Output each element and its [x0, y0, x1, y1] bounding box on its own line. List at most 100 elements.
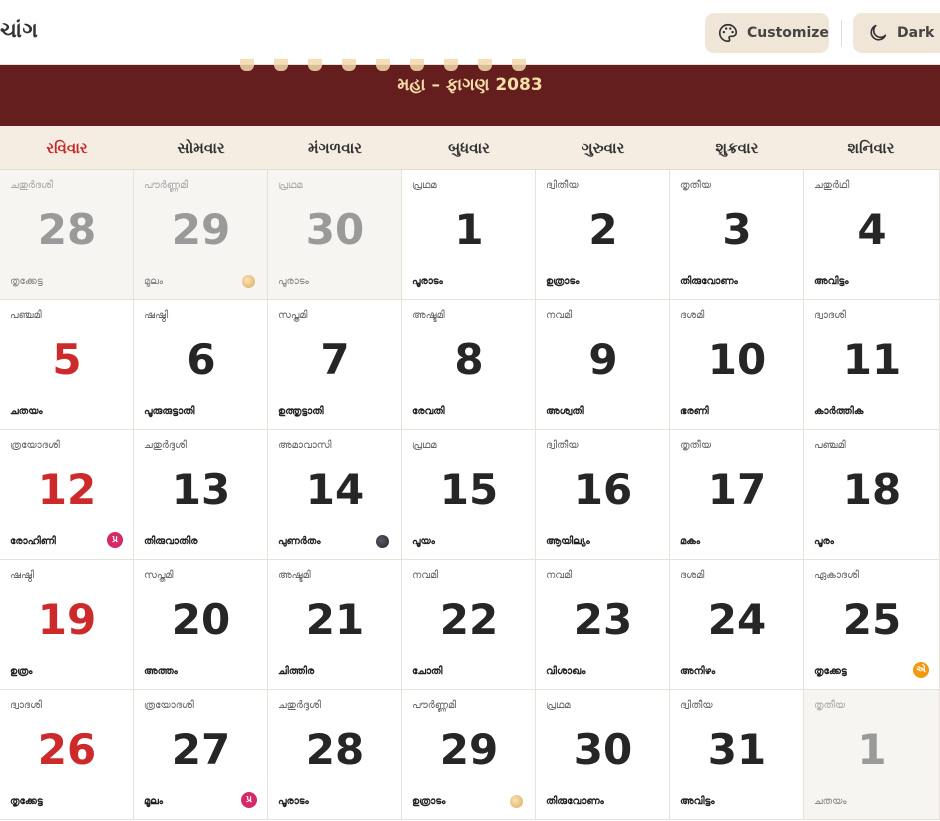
calendar-day-cell[interactable]: നവമി 22 ചോതി: [402, 560, 536, 690]
nakshatra-label: തൃക്കേട്ട: [10, 796, 43, 807]
day-number: 23: [573, 595, 633, 644]
calendar-day-cell[interactable]: ദ്വിതീയ 2 ഉത്രാടം: [536, 170, 670, 300]
day-number: 3: [722, 205, 752, 254]
nakshatra-label: ചോതി: [412, 666, 443, 677]
tithi-label: പൗർണ്ണമി: [412, 700, 457, 711]
calendar-day-cell[interactable]: ഏകാദശി 25 തൃക്കേട്ട એ: [804, 560, 940, 690]
calendar-day-cell[interactable]: ദശമി 24 അനിഴം: [670, 560, 804, 690]
day-number: 28: [37, 205, 97, 254]
day-number: 17: [707, 465, 767, 514]
day-number: 1: [857, 725, 887, 774]
tithi-label: തൃതീയ: [680, 180, 712, 191]
weekday-monday: સોમવાર: [177, 139, 225, 157]
day-number: 11: [842, 335, 902, 384]
calendar-day-cell[interactable]: തൃതീയ 17 മകം: [670, 430, 804, 560]
tithi-label: സപ്തമി: [278, 310, 308, 321]
nakshatra-label: അവിട്ടം: [814, 276, 849, 287]
tithi-label: നവമി: [412, 570, 439, 581]
tithi-label: പൗർണ്ണമി: [144, 180, 189, 191]
dark-mode-button[interactable]: Dark: [853, 13, 940, 53]
tithi-label: ദ്വിതീയ: [680, 700, 713, 711]
calendar-day-cell[interactable]: ചതുർദശി 28 തൃക്കേട്ട: [0, 170, 134, 300]
day-number: 18: [842, 465, 902, 514]
calendar-day-cell[interactable]: ത്രയോദശി 12 രോഹിണി પ્ર: [0, 430, 134, 560]
calendar-day-cell[interactable]: സപ്തമി 20 അത്തം: [134, 560, 268, 690]
day-number: 15: [439, 465, 499, 514]
tithi-label: നവമി: [546, 310, 573, 321]
calendar-day-cell[interactable]: ദ്വാദശി 26 തൃക്കേട്ട: [0, 690, 134, 820]
tithi-label: അമാവാസി: [278, 440, 332, 451]
calendar-day-cell[interactable]: നവമി 9 അശ്വതി: [536, 300, 670, 430]
tithi-label: തൃതീയ: [814, 700, 846, 711]
day-number: 28: [305, 725, 365, 774]
calendar-day-cell[interactable]: ഷഷ്ഠി 6 പൂരുരുട്ടാതി: [134, 300, 268, 430]
calendar-day-cell[interactable]: ഷഷ്ഠി 19 ഉത്രം: [0, 560, 134, 690]
calendar-day-cell[interactable]: പൗർണ്ണമി 29 മൂലം: [134, 170, 268, 300]
nakshatra-label: അവിട്ടം: [680, 796, 715, 807]
nakshatra-label: പൂരാടം: [278, 796, 309, 807]
calendar-day-cell[interactable]: ദ്വിതീയ 16 ആയില്യം: [536, 430, 670, 560]
nakshatra-label: കാർത്തിക: [814, 406, 864, 417]
nakshatra-label: ഭരണി: [680, 406, 709, 417]
calendar-day-cell[interactable]: ദശമി 10 ഭരണി: [670, 300, 804, 430]
day-number: 4: [857, 205, 887, 254]
month-banner: મહા – ફાગણ 2083: [0, 59, 940, 126]
calendar-day-cell[interactable]: അഷ്ടമി 8 രേവതി: [402, 300, 536, 430]
full-moon-icon: [510, 795, 523, 808]
nakshatra-label: പൂരം: [814, 536, 834, 547]
banner-decoration: [240, 59, 540, 73]
tithi-label: ദ്വാദശി: [814, 310, 846, 321]
nakshatra-label: ഉത്രാടം: [546, 276, 580, 287]
tithi-label: പ്രഥമ: [412, 180, 437, 191]
calendar-day-cell[interactable]: ചതുർദ്ദശി 28 പൂരാടം: [268, 690, 402, 820]
customize-label: Customize: [747, 25, 829, 41]
calendar-day-cell[interactable]: പ്രഥമ 30 പൂരാടം: [268, 170, 402, 300]
calendar-day-cell[interactable]: തൃതീയ 3 തിരുവോണം: [670, 170, 804, 300]
calendar-day-cell[interactable]: പ്രഥമ 30 തിരുവോണം: [536, 690, 670, 820]
weekday-header: રવિવાર સોમવાર મંગળવાર બુધવાર ગુરુવાર શુક…: [0, 126, 940, 170]
toolbar-divider: [841, 20, 842, 46]
weekday-sunday: રવિવાર: [46, 139, 88, 157]
calendar-day-cell[interactable]: അമാവാസി 14 പുണർതം: [268, 430, 402, 560]
festival-badge: એ: [913, 662, 929, 678]
nakshatra-label: രോഹിണി: [10, 536, 56, 547]
calendar-day-cell[interactable]: പ്രഥമ 15 പൂയം: [402, 430, 536, 560]
calendar-day-cell[interactable]: പഞ്ചമി 5 ചതയം: [0, 300, 134, 430]
dark-label: Dark: [897, 25, 935, 41]
nakshatra-label: അത്തം: [144, 666, 178, 677]
tithi-label: ചതുർദ്ദശി: [144, 440, 187, 451]
customize-button[interactable]: Customize: [705, 13, 829, 53]
weekday-thursday: ગુરુવાર: [581, 139, 625, 157]
nakshatra-label: തിരുവോണം: [546, 796, 604, 807]
calendar-day-cell[interactable]: നവമി 23 വിശാഖം: [536, 560, 670, 690]
calendar-day-cell[interactable]: തൃതീയ 1 ചതയം: [804, 690, 940, 820]
calendar-day-cell[interactable]: ത്രയോദശി 27 മൂലം પ્ર: [134, 690, 268, 820]
day-number: 2: [588, 205, 618, 254]
palette-icon: [719, 23, 738, 43]
nakshatra-label: ചതയം: [814, 796, 847, 807]
calendar-day-cell[interactable]: ചതുർഥി 4 അവിട്ടം: [804, 170, 940, 300]
calendar-day-cell[interactable]: പ്രഥമ 1 പൂരാടം: [402, 170, 536, 300]
full-moon-icon: [242, 275, 255, 288]
calendar-day-cell[interactable]: സപ്തമി 7 ഉത്തൃട്ടാതി: [268, 300, 402, 430]
day-number: 29: [439, 725, 499, 774]
nakshatra-label: ഉത്രം: [10, 666, 33, 677]
day-number: 21: [305, 595, 365, 644]
day-number: 5: [52, 335, 82, 384]
day-number: 24: [707, 595, 767, 644]
calendar-day-cell[interactable]: ദ്വാദശി 11 കാർത്തിക: [804, 300, 940, 430]
tithi-label: ഏകാദശി: [814, 570, 859, 581]
tithi-label: പ്രഥമ: [546, 700, 571, 711]
day-number: 1: [454, 205, 484, 254]
calendar-day-cell[interactable]: ചതുർദ്ദശി 13 തിരുവാതിര: [134, 430, 268, 560]
calendar-day-cell[interactable]: പൗർണ്ണമി 29 ഉത്രാടം: [402, 690, 536, 820]
tithi-label: ത്രയോദശി: [10, 440, 60, 451]
tithi-label: ഷഷ്ഠി: [144, 310, 169, 321]
tithi-label: പഞ്ചമി: [10, 310, 42, 321]
calendar-day-cell[interactable]: അഷ്ടമി 21 ചിത്തിര: [268, 560, 402, 690]
day-number: 30: [305, 205, 365, 254]
tithi-label: ചതുർദ്ദശി: [278, 700, 321, 711]
calendar-day-cell[interactable]: പഞ്ചമി 18 പൂരം: [804, 430, 940, 560]
tithi-label: ചതുർദശി: [10, 180, 53, 191]
calendar-day-cell[interactable]: ദ്വിതീയ 31 അവിട്ടം: [670, 690, 804, 820]
